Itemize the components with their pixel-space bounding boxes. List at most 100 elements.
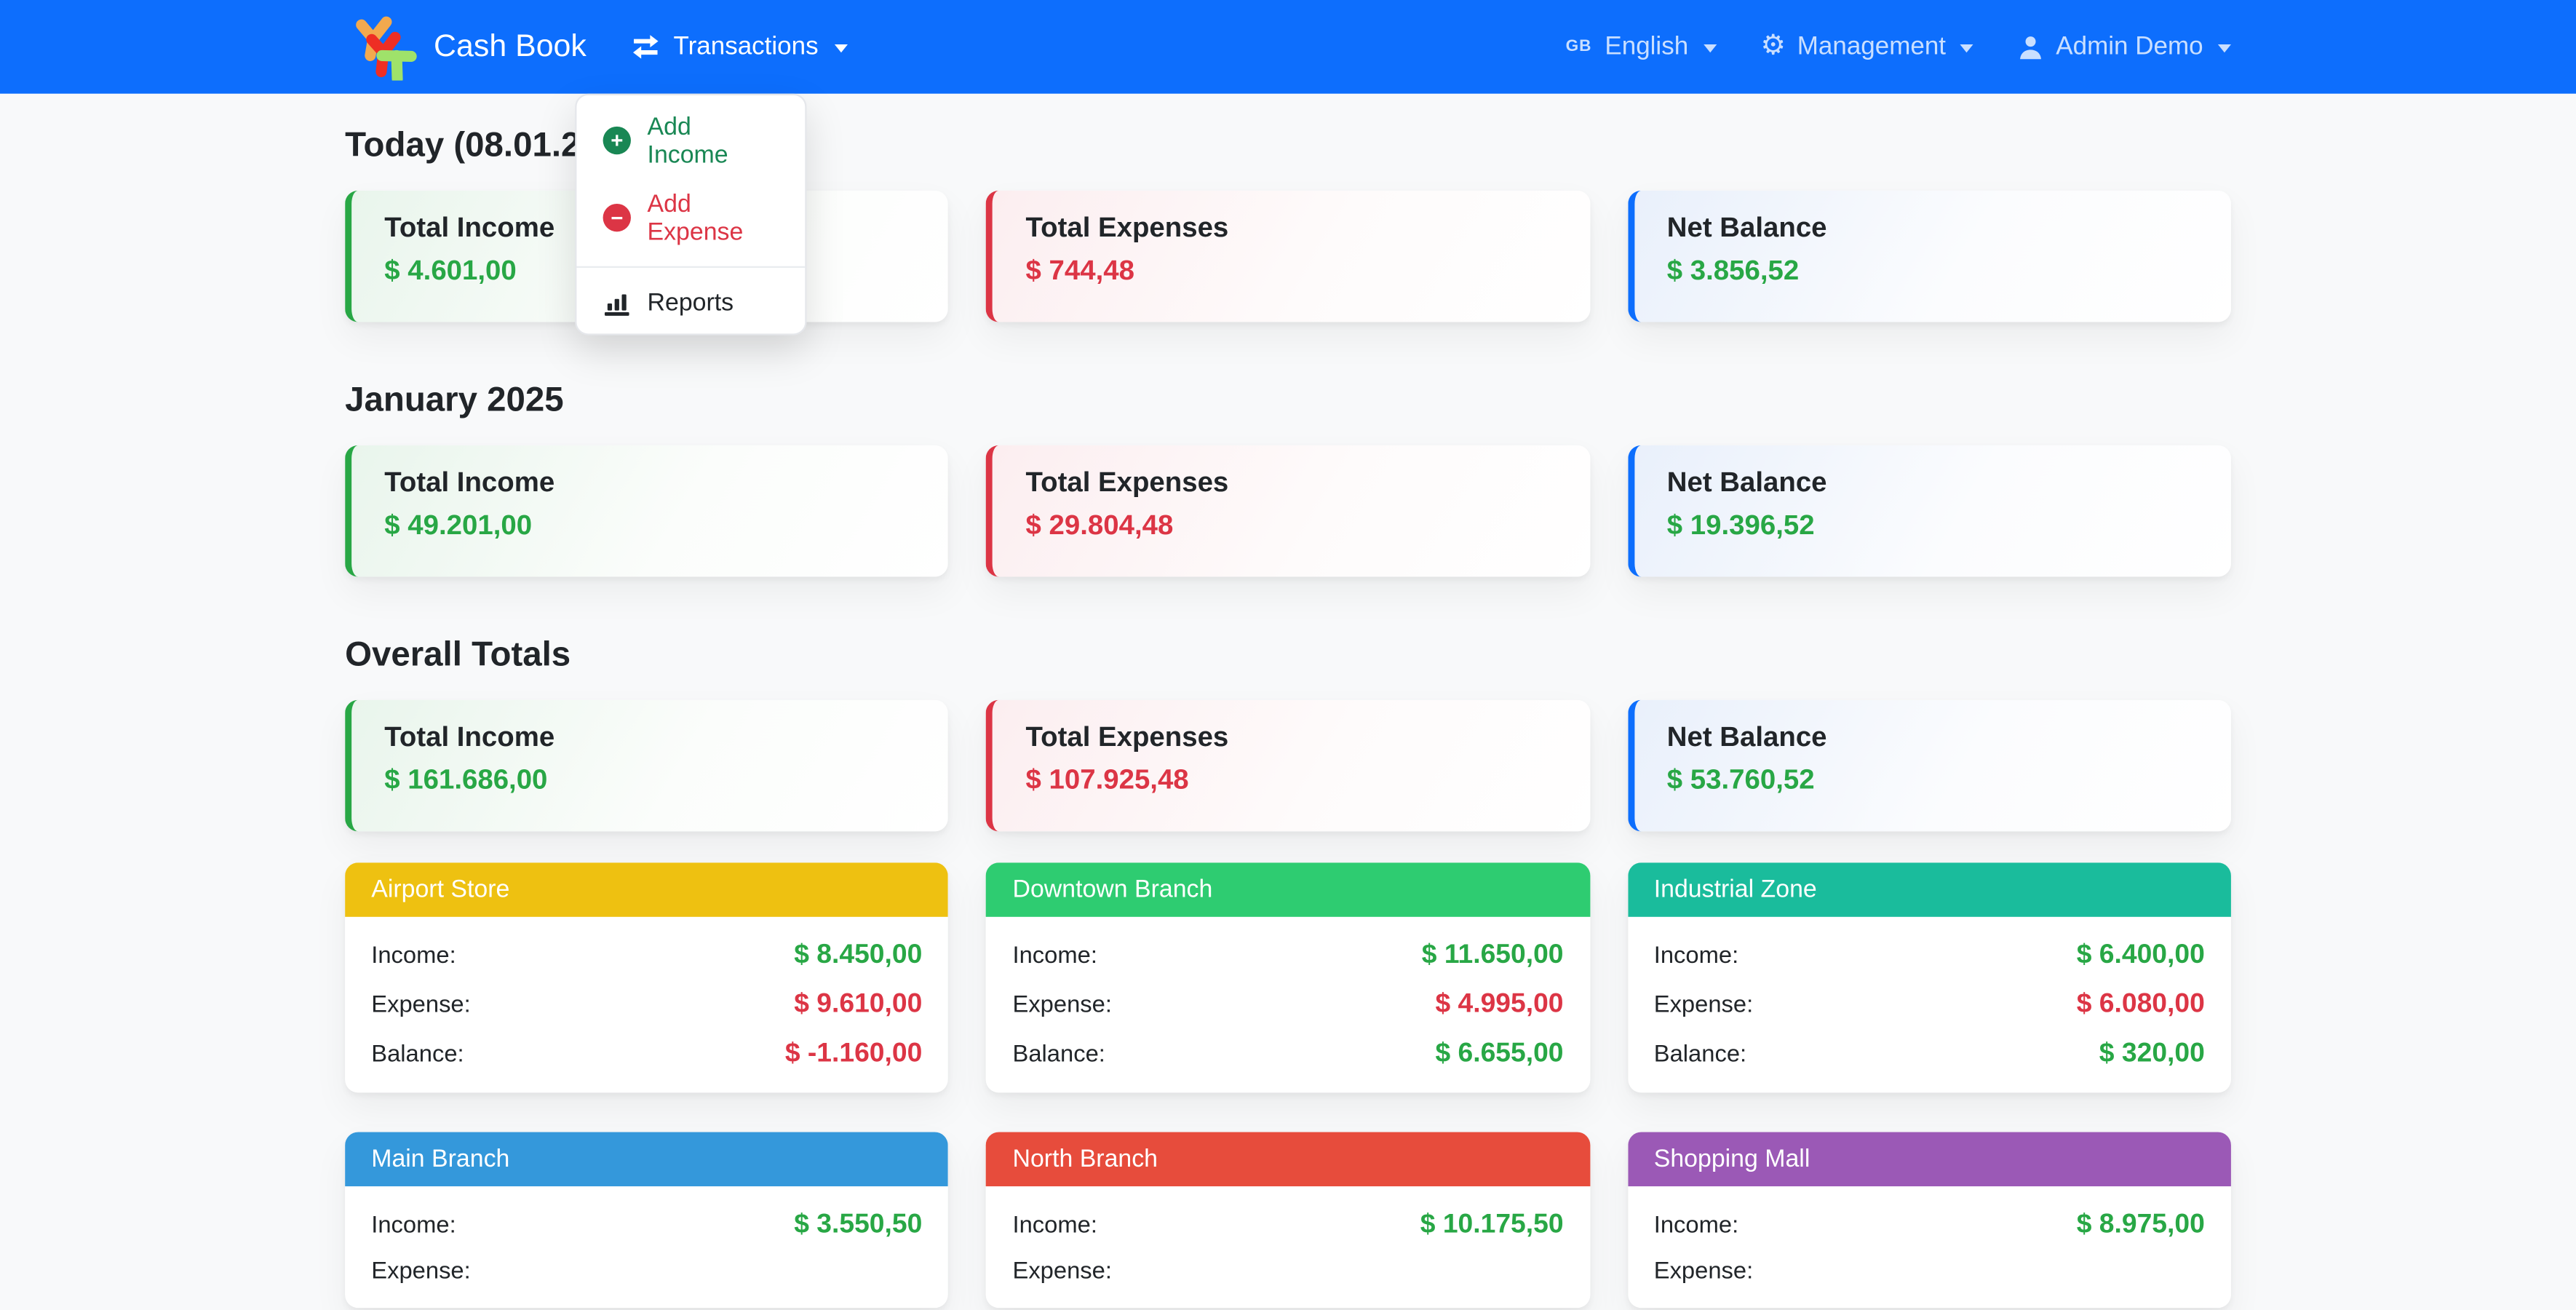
branch-body: Income: $ 6.400,00 Expense: $ 6.080,00 B… xyxy=(1628,917,2231,1093)
row-value: $ 8.450,00 xyxy=(794,940,922,971)
top-navbar: Cash Book Transactions GB English xyxy=(0,0,2576,94)
row-label: Income: xyxy=(371,943,456,969)
branch-body: Income: $ 8.450,00 Expense: $ 9.610,00 B… xyxy=(345,917,948,1093)
row-label: Income: xyxy=(371,1212,456,1239)
nav-item-management[interactable]: Management xyxy=(1761,31,1974,63)
row-label: Expense: xyxy=(1012,1258,1112,1285)
card-value: $ 3.856,52 xyxy=(1667,255,2198,287)
transfer-arrows-icon xyxy=(631,34,661,59)
card-label: Net Balance xyxy=(1667,721,2198,754)
bar-chart-icon xyxy=(603,288,631,316)
card-value: $ 744,48 xyxy=(1026,255,1557,287)
card-label: Total Income xyxy=(384,467,915,499)
branch-header: Main Branch xyxy=(345,1132,948,1187)
row-value: $ 9.610,00 xyxy=(794,989,922,1020)
summary-card-total-expenses: Total Expenses $ 744,48 xyxy=(986,191,1589,322)
section-title-month: January 2025 xyxy=(345,381,2231,421)
transactions-dropdown-menu: Add Income Add Expense Reports xyxy=(575,94,806,336)
menu-item-add-expense[interactable]: Add Expense xyxy=(576,179,805,256)
row-label: Expense: xyxy=(1654,1258,1754,1285)
branch-header: Industrial Zone xyxy=(1628,862,2231,917)
row-label: Balance: xyxy=(1654,1041,1746,1068)
branch-header: Airport Store xyxy=(345,862,948,917)
branch-body: Income: $ 3.550,50 Expense: xyxy=(345,1186,948,1308)
card-value: $ 107.925,48 xyxy=(1026,764,1557,797)
plus-circle-icon xyxy=(603,127,631,154)
menu-item-reports-label: Reports xyxy=(648,288,734,316)
menu-divider xyxy=(576,266,805,268)
chevron-down-icon xyxy=(2218,44,2231,52)
nav-item-user[interactable]: Admin Demo xyxy=(2018,32,2231,62)
branch-card-airport-store: Airport Store Income: $ 8.450,00 Expense… xyxy=(345,862,948,1092)
nav-item-user-label: Admin Demo xyxy=(2056,32,2203,62)
branch-expense-row: Expense: xyxy=(1012,1258,1563,1285)
branch-balance-row: Balance: $ 320,00 xyxy=(1654,1039,2205,1070)
brand-title: Cash Book xyxy=(434,29,587,66)
yt-logo-icon xyxy=(345,13,419,81)
menu-item-add-income-label: Add Income xyxy=(648,113,779,169)
brand-link[interactable]: Cash Book xyxy=(345,13,587,81)
row-value: $ 6.080,00 xyxy=(2077,989,2205,1020)
row-value: $ 6.400,00 xyxy=(2077,940,2205,971)
card-label: Total Expenses xyxy=(1026,212,1557,245)
card-label: Total Expenses xyxy=(1026,721,1557,754)
branch-header: Downtown Branch xyxy=(986,862,1589,917)
row-value: $ 11.650,00 xyxy=(1422,940,1564,971)
card-label: Net Balance xyxy=(1667,212,2198,245)
row-value: $ 4.995,00 xyxy=(1435,989,1563,1020)
branch-expense-row: Expense: $ 9.610,00 xyxy=(371,989,922,1020)
chevron-down-icon xyxy=(1960,44,1973,52)
row-value: $ -1.160,00 xyxy=(785,1039,922,1070)
overall-summary-row: Total Income $ 161.686,00 Total Expenses… xyxy=(345,700,2231,832)
branch-body: Income: $ 11.650,00 Expense: $ 4.995,00 … xyxy=(986,917,1589,1093)
summary-card-total-expenses: Total Expenses $ 107.925,48 xyxy=(986,700,1589,832)
branch-income-row: Income: $ 11.650,00 xyxy=(1012,940,1563,971)
row-label: Expense: xyxy=(371,993,471,1019)
row-label: Balance: xyxy=(371,1041,464,1068)
branch-card-shopping-mall: Shopping Mall Income: $ 8.975,00 Expense… xyxy=(1628,1132,2231,1309)
nav-item-transactions-label: Transactions xyxy=(674,32,819,62)
card-label: Total Income xyxy=(384,721,915,754)
minus-circle-icon xyxy=(603,204,631,231)
navbar-right-group: GB English Management A xyxy=(1566,31,2231,63)
branch-income-row: Income: $ 6.400,00 xyxy=(1654,940,2205,971)
card-label: Net Balance xyxy=(1667,467,2198,499)
branch-card-downtown-branch: Downtown Branch Income: $ 11.650,00 Expe… xyxy=(986,862,1589,1092)
person-icon xyxy=(2018,33,2044,60)
branch-income-row: Income: $ 8.975,00 xyxy=(1654,1210,2205,1241)
month-summary-row: Total Income $ 49.201,00 Total Expenses … xyxy=(345,445,2231,577)
navbar-inner: Cash Book Transactions GB English xyxy=(345,13,2231,81)
nav-item-transactions[interactable]: Transactions xyxy=(631,32,848,62)
branch-card-industrial-zone: Industrial Zone Income: $ 6.400,00 Expen… xyxy=(1628,862,2231,1092)
row-value: $ 3.550,50 xyxy=(794,1210,922,1241)
nav-item-management-label: Management xyxy=(1797,32,1946,62)
row-label: Balance: xyxy=(1012,1041,1105,1068)
gear-icon xyxy=(1761,31,1786,63)
section-title-overall: Overall Totals xyxy=(345,636,2231,675)
row-label: Expense: xyxy=(1654,993,1754,1019)
branch-header: North Branch xyxy=(986,1132,1589,1187)
menu-item-add-income[interactable]: Add Income xyxy=(576,102,805,179)
chevron-down-icon xyxy=(835,44,848,52)
row-label: Income: xyxy=(1654,1212,1738,1239)
card-value: $ 53.760,52 xyxy=(1667,764,2198,797)
row-value: $ 8.975,00 xyxy=(2077,1210,2205,1241)
row-label: Expense: xyxy=(1012,993,1112,1019)
card-value: $ 49.201,00 xyxy=(384,509,915,542)
branch-header: Shopping Mall xyxy=(1628,1132,2231,1187)
summary-card-net-balance: Net Balance $ 53.760,52 xyxy=(1628,700,2231,832)
card-value: $ 29.804,48 xyxy=(1026,509,1557,542)
menu-item-add-expense-label: Add Expense xyxy=(648,190,779,246)
branch-balance-row: Balance: $ -1.160,00 xyxy=(371,1039,922,1070)
branch-expense-row: Expense: $ 6.080,00 xyxy=(1654,989,2205,1020)
nav-item-language[interactable]: GB English xyxy=(1566,32,1717,62)
branch-income-row: Income: $ 10.175,50 xyxy=(1012,1210,1563,1241)
branch-body: Income: $ 8.975,00 Expense: xyxy=(1628,1186,2231,1308)
row-label: Income: xyxy=(1012,1212,1097,1239)
chevron-down-icon xyxy=(1703,44,1716,52)
card-value: $ 19.396,52 xyxy=(1667,509,2198,542)
row-value: $ 320,00 xyxy=(2099,1039,2205,1070)
summary-card-net-balance: Net Balance $ 19.396,52 xyxy=(1628,445,2231,577)
summary-card-total-income: Total Income $ 49.201,00 xyxy=(345,445,948,577)
menu-item-reports[interactable]: Reports xyxy=(576,278,805,328)
